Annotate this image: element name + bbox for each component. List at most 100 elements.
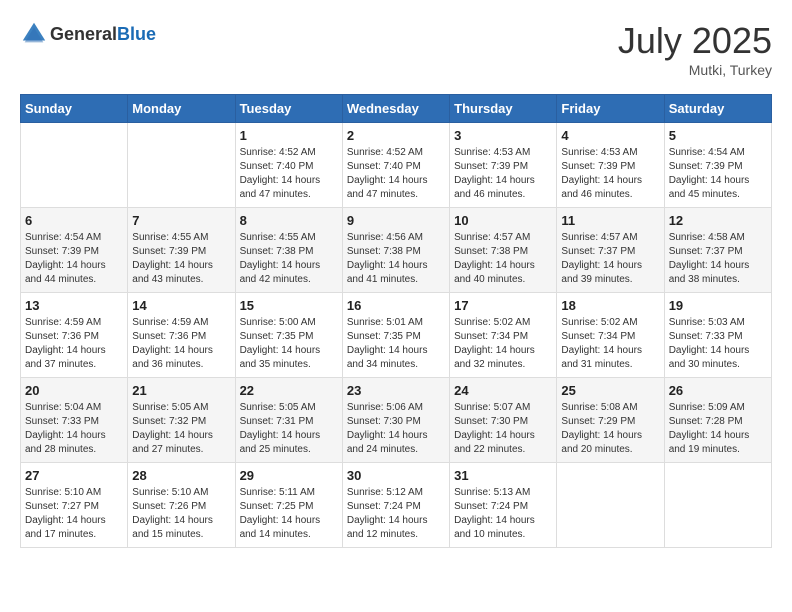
day-number: 17 <box>454 298 552 313</box>
day-number: 9 <box>347 213 445 228</box>
day-info: Sunrise: 5:02 AMSunset: 7:34 PMDaylight:… <box>561 316 659 372</box>
calendar-week-row: 6 Sunrise: 4:54 AMSunset: 7:39 PMDaylight… <box>21 208 772 293</box>
calendar-cell: 2 Sunrise: 4:52 AMSunset: 7:40 PMDaylight… <box>342 123 449 208</box>
logo-text-blue: Blue <box>117 24 156 44</box>
day-info: Sunrise: 5:02 AMSunset: 7:34 PMDaylight:… <box>454 316 552 372</box>
calendar-cell: 7Sunrise: 4:55 AMSunset: 7:39 PMDaylight… <box>128 208 235 293</box>
day-info: Sunrise: 5:03 AMSunset: 7:33 PMDaylight:… <box>669 316 767 372</box>
calendar-cell: 15 Sunrise: 5:00 AMSunset: 7:35 PMDayligh… <box>235 293 342 378</box>
day-info: Sunrise: 5:05 AMSunset: 7:31 PMDaylight:… <box>240 401 338 457</box>
day-info: Sunrise: 5:11 AMSunset: 7:25 PMDaylight:… <box>240 486 338 542</box>
day-info: Sunrise: 5:10 AMSunset: 7:27 PMDaylight:… <box>25 486 123 542</box>
day-number: 31 <box>454 468 552 483</box>
day-number: 18 <box>561 298 659 313</box>
day-info: Sunrise: 5:12 AMSunset: 7:24 PMDaylight:… <box>347 486 445 542</box>
day-info: Sunrise: 5:01 AMSunset: 7:35 PMDaylight:… <box>347 316 445 372</box>
day-number: 26 <box>669 383 767 398</box>
weekday-header: Sunday <box>21 95 128 123</box>
day-info: Sunrise: 4:54 AMSunset: 7:39 PMDaylight:… <box>669 146 767 202</box>
calendar-cell: 18 Sunrise: 5:02 AMSunset: 7:34 PMDayligh… <box>557 293 664 378</box>
calendar-cell <box>557 463 664 548</box>
day-info: Sunrise: 4:53 AMSunset: 7:39 PMDaylight:… <box>454 146 552 202</box>
day-number: 28 <box>132 468 230 483</box>
day-info: Sunrise: 5:05 AMSunset: 7:32 PMDaylight:… <box>132 401 230 457</box>
day-info: Sunrise: 4:55 AMSunset: 7:38 PMDaylight:… <box>240 231 338 287</box>
calendar-cell: 13Sunrise: 4:59 AMSunset: 7:36 PMDayligh… <box>21 293 128 378</box>
calendar-cell: 11 Sunrise: 4:57 AMSunset: 7:37 PMDayligh… <box>557 208 664 293</box>
calendar-cell: 9 Sunrise: 4:56 AMSunset: 7:38 PMDaylight… <box>342 208 449 293</box>
day-number: 29 <box>240 468 338 483</box>
logo-icon <box>20 20 48 48</box>
day-number: 11 <box>561 213 659 228</box>
day-number: 6 <box>25 213 123 228</box>
logo: GeneralBlue <box>20 20 156 48</box>
calendar-cell: 1 Sunrise: 4:52 AMSunset: 7:40 PMDaylight… <box>235 123 342 208</box>
day-number: 2 <box>347 128 445 143</box>
day-info: Sunrise: 4:56 AMSunset: 7:38 PMDaylight:… <box>347 231 445 287</box>
day-info: Sunrise: 5:09 AMSunset: 7:28 PMDaylight:… <box>669 401 767 457</box>
day-number: 12 <box>669 213 767 228</box>
weekday-header-row: SundayMondayTuesdayWednesdayThursdayFrid… <box>21 95 772 123</box>
calendar-cell <box>664 463 771 548</box>
day-number: 8 <box>240 213 338 228</box>
day-info: Sunrise: 4:57 AMSunset: 7:38 PMDaylight:… <box>454 231 552 287</box>
calendar-cell: 27Sunrise: 5:10 AMSunset: 7:27 PMDayligh… <box>21 463 128 548</box>
calendar-cell: 14Sunrise: 4:59 AMSunset: 7:36 PMDayligh… <box>128 293 235 378</box>
calendar-cell: 22 Sunrise: 5:05 AMSunset: 7:31 PMDayligh… <box>235 378 342 463</box>
day-number: 14 <box>132 298 230 313</box>
day-number: 24 <box>454 383 552 398</box>
day-number: 19 <box>669 298 767 313</box>
calendar-cell: 31 Sunrise: 5:13 AMSunset: 7:24 PMDayligh… <box>450 463 557 548</box>
day-info: Sunrise: 4:58 AMSunset: 7:37 PMDaylight:… <box>669 231 767 287</box>
day-number: 16 <box>347 298 445 313</box>
weekday-header: Wednesday <box>342 95 449 123</box>
calendar-week-row: 13Sunrise: 4:59 AMSunset: 7:36 PMDayligh… <box>21 293 772 378</box>
day-info: Sunrise: 5:08 AMSunset: 7:29 PMDaylight:… <box>561 401 659 457</box>
day-info: Sunrise: 5:04 AMSunset: 7:33 PMDaylight:… <box>25 401 123 457</box>
day-number: 21 <box>132 383 230 398</box>
day-info: Sunrise: 4:52 AMSunset: 7:40 PMDaylight:… <box>240 146 338 202</box>
day-info: Sunrise: 4:57 AMSunset: 7:37 PMDaylight:… <box>561 231 659 287</box>
calendar-cell: 29 Sunrise: 5:11 AMSunset: 7:25 PMDayligh… <box>235 463 342 548</box>
calendar-cell: 24Sunrise: 5:07 AMSunset: 7:30 PMDayligh… <box>450 378 557 463</box>
calendar-cell: 12 Sunrise: 4:58 AMSunset: 7:37 PMDayligh… <box>664 208 771 293</box>
weekday-header: Thursday <box>450 95 557 123</box>
day-number: 20 <box>25 383 123 398</box>
calendar-week-row: 1 Sunrise: 4:52 AMSunset: 7:40 PMDaylight… <box>21 123 772 208</box>
month-title: July 2025 <box>618 20 772 62</box>
calendar-cell <box>21 123 128 208</box>
calendar-cell: 4Sunrise: 4:53 AMSunset: 7:39 PMDaylight… <box>557 123 664 208</box>
title-block: July 2025 Mutki, Turkey <box>618 20 772 78</box>
day-info: Sunrise: 4:54 AMSunset: 7:39 PMDaylight:… <box>25 231 123 287</box>
day-info: Sunrise: 4:52 AMSunset: 7:40 PMDaylight:… <box>347 146 445 202</box>
calendar-cell: 26 Sunrise: 5:09 AMSunset: 7:28 PMDayligh… <box>664 378 771 463</box>
calendar-cell: 21 Sunrise: 5:05 AMSunset: 7:32 PMDayligh… <box>128 378 235 463</box>
calendar-cell: 30Sunrise: 5:12 AMSunset: 7:24 PMDayligh… <box>342 463 449 548</box>
calendar-cell: 16 Sunrise: 5:01 AMSunset: 7:35 PMDayligh… <box>342 293 449 378</box>
calendar-cell: 17 Sunrise: 5:02 AMSunset: 7:34 PMDayligh… <box>450 293 557 378</box>
calendar-cell: 3 Sunrise: 4:53 AMSunset: 7:39 PMDaylight… <box>450 123 557 208</box>
calendar-cell: 5 Sunrise: 4:54 AMSunset: 7:39 PMDaylight… <box>664 123 771 208</box>
day-number: 22 <box>240 383 338 398</box>
calendar-cell: 19 Sunrise: 5:03 AMSunset: 7:33 PMDayligh… <box>664 293 771 378</box>
calendar-cell: 8 Sunrise: 4:55 AMSunset: 7:38 PMDaylight… <box>235 208 342 293</box>
calendar-week-row: 20 Sunrise: 5:04 AMSunset: 7:33 PMDayligh… <box>21 378 772 463</box>
day-number: 3 <box>454 128 552 143</box>
calendar-cell: 20 Sunrise: 5:04 AMSunset: 7:33 PMDayligh… <box>21 378 128 463</box>
day-info: Sunrise: 5:10 AMSunset: 7:26 PMDaylight:… <box>132 486 230 542</box>
day-info: Sunrise: 5:13 AMSunset: 7:24 PMDaylight:… <box>454 486 552 542</box>
day-number: 25 <box>561 383 659 398</box>
calendar-cell: 25 Sunrise: 5:08 AMSunset: 7:29 PMDayligh… <box>557 378 664 463</box>
day-number: 1 <box>240 128 338 143</box>
calendar-cell <box>128 123 235 208</box>
day-info: Sunrise: 4:59 AMSunset: 7:36 PMDaylight:… <box>25 316 123 372</box>
location: Mutki, Turkey <box>618 62 772 78</box>
calendar-cell: 10Sunrise: 4:57 AMSunset: 7:38 PMDayligh… <box>450 208 557 293</box>
day-number: 7 <box>132 213 230 228</box>
day-info: Sunrise: 5:00 AMSunset: 7:35 PMDaylight:… <box>240 316 338 372</box>
day-number: 5 <box>669 128 767 143</box>
weekday-header: Friday <box>557 95 664 123</box>
day-info: Sunrise: 5:06 AMSunset: 7:30 PMDaylight:… <box>347 401 445 457</box>
day-number: 15 <box>240 298 338 313</box>
page-header: GeneralBlue July 2025 Mutki, Turkey <box>20 20 772 78</box>
